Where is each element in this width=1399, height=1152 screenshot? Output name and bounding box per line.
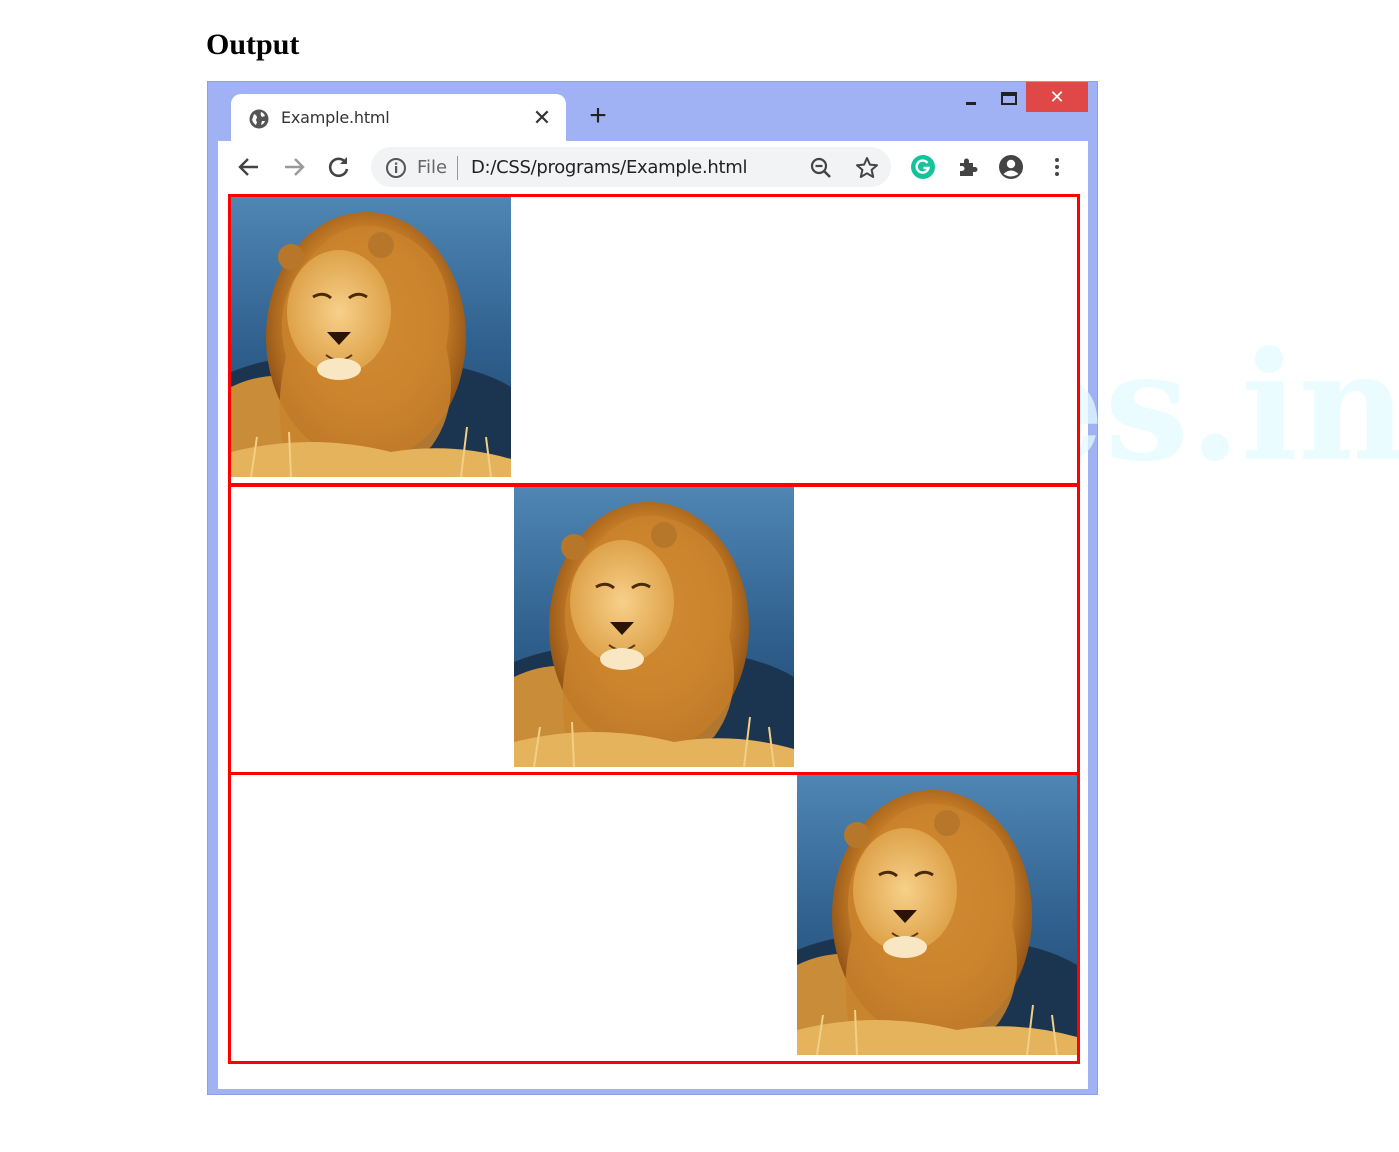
page-viewport: tutnotes.in [218,193,1399,1089]
forward-arrow-icon[interactable] [281,154,307,180]
new-tab-button[interactable]: + [584,101,612,131]
image-box-center [228,484,1080,776]
reload-icon[interactable] [326,154,352,180]
address-bar[interactable]: File D:/CSS/programs/Example.html [371,147,891,187]
grammarly-icon[interactable] [910,154,936,180]
lion-image-right [797,775,1077,1055]
image-box-left [228,194,1080,486]
tab-close-icon[interactable]: ✕ [531,107,553,129]
browser-window: Example.html ✕ + ✕ File D:/CSS/programs/… [207,81,1399,1095]
menu-kebab-icon[interactable] [1044,154,1070,180]
browser-toolbar: File D:/CSS/programs/Example.html [218,141,1088,194]
browser-tab[interactable]: Example.html ✕ [231,94,566,142]
url-text[interactable]: D:/CSS/programs/Example.html [471,157,747,178]
window-close-button[interactable]: ✕ [1026,82,1088,112]
extensions-puzzle-icon[interactable] [955,154,981,180]
zoom-out-icon[interactable] [809,156,833,180]
back-arrow-icon[interactable] [236,154,262,180]
minimize-icon[interactable] [960,90,982,108]
bookmark-star-icon[interactable] [854,155,880,181]
lion-image-left [231,197,511,477]
url-scheme-label: File [417,157,448,178]
address-separator [457,156,458,180]
output-heading: Output [206,28,300,61]
profile-avatar-icon[interactable] [998,154,1024,180]
info-icon[interactable] [385,157,407,179]
maximize-icon[interactable] [998,90,1020,108]
tab-title: Example.html [281,108,390,127]
image-box-right [228,772,1080,1064]
globe-icon [249,109,269,129]
lion-image-center [514,487,794,767]
